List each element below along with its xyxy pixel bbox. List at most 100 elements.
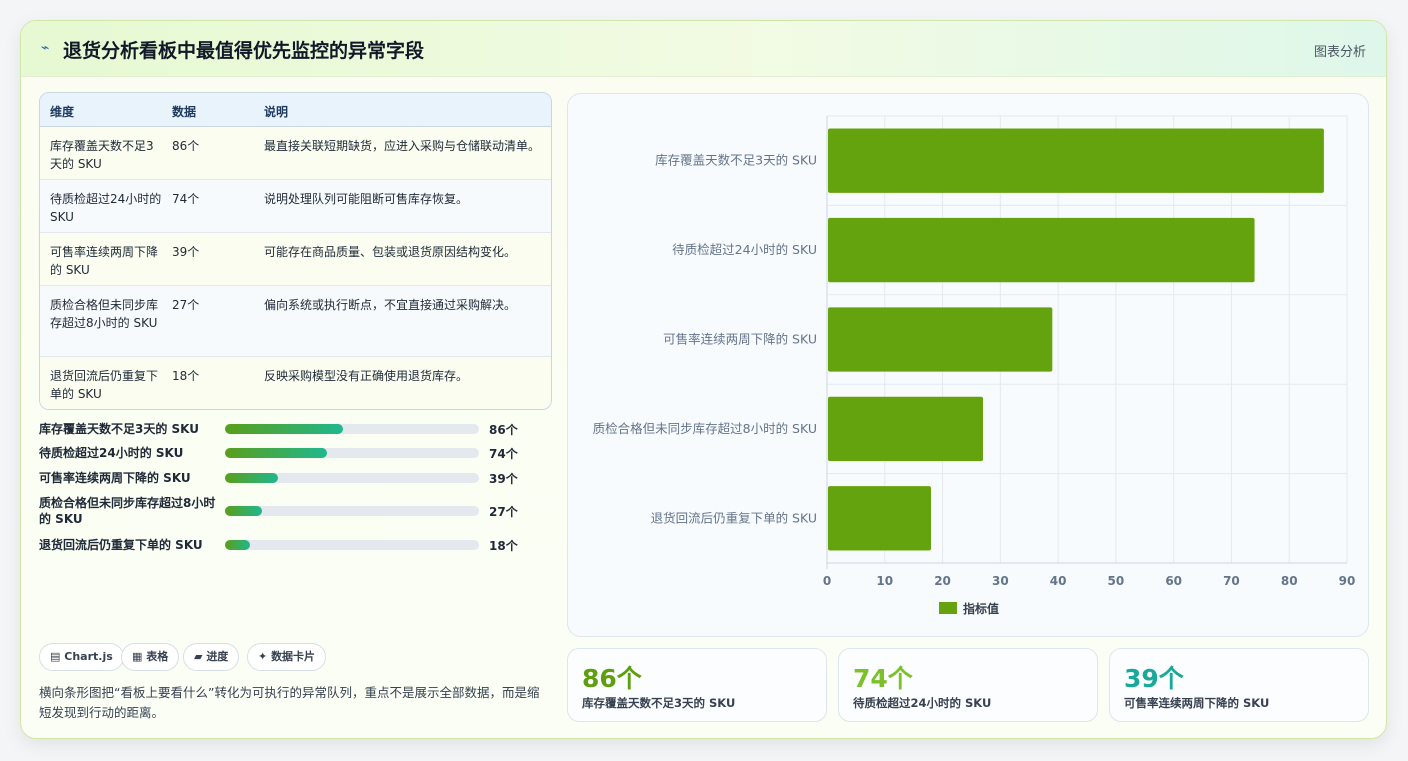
stat-card: 74个 待质检超过24小时的 SKU xyxy=(838,648,1098,722)
progress-value: 18个 xyxy=(489,539,518,553)
progress-fill xyxy=(225,506,263,516)
stat-card: 39个 可售率连续两周下降的 SKU xyxy=(1109,648,1369,722)
column-header-desc: 说明 xyxy=(264,105,289,119)
progress-track xyxy=(225,448,479,458)
table-row: 质检合格但未同步库存超过8小时的 SKU 27个 偏向系统或执行断点，不宜直接通… xyxy=(40,286,551,357)
x-tick-label: 50 xyxy=(1108,574,1125,588)
summary-note: 横向条形图把“看板上要看什么”转化为可执行的异常队列，重点不是展示全部数据，而是… xyxy=(39,685,540,720)
progress-fill xyxy=(225,448,327,458)
legend-label: 指标值 xyxy=(963,601,999,616)
card-header: ⌁ 退货分析看板中最值得优先监控的异常字段 图表分析 xyxy=(21,21,1386,77)
pill-progress[interactable]: ▰ 进度 xyxy=(183,643,240,671)
progress-icon: ▰ xyxy=(194,650,203,663)
progress-row: 退货回流后仍重复下单的 SKU 18个 xyxy=(39,537,539,553)
category-tick-label: 可售率连续两周下降的 SKU xyxy=(663,332,817,347)
table-icon: ▦ xyxy=(132,650,143,663)
progress-track xyxy=(225,540,479,550)
x-tick-label: 70 xyxy=(1223,574,1240,588)
pill-table[interactable]: ▦ 表格 xyxy=(121,643,180,671)
table-cell-desc: 偏向系统或执行断点，不宜直接通过采购解决。 xyxy=(264,298,517,312)
table-cell-desc: 最直接关联短期缺货，应进入采购与仓储联动清单。 xyxy=(264,139,541,153)
dashboard-card: ⌁ 退货分析看板中最值得优先监控的异常字段 图表分析 维度 数据 说明 库存覆盖… xyxy=(20,20,1387,739)
pill-label: 数据卡片 xyxy=(271,650,316,663)
progress-label: 质检合格但未同步库存超过8小时的 SKU xyxy=(39,496,216,526)
stat-value: 74个 xyxy=(853,664,913,693)
progress-value: 74个 xyxy=(489,447,518,461)
table-cell-dimension: 可售率连续两周下降的 SKU xyxy=(50,245,159,277)
sparkle-icon: ✦ xyxy=(258,650,268,663)
page-title: 退货分析看板中最值得优先监控的异常字段 xyxy=(63,40,425,62)
table-header: 维度 数据 说明 xyxy=(40,93,551,127)
x-tick-label: 0 xyxy=(823,574,831,588)
stat-value: 86个 xyxy=(582,664,642,693)
table-row: 待质检超过24小时的 SKU 74个 说明处理队列可能阻断可售库存恢复。 xyxy=(40,180,551,233)
data-table: 维度 数据 说明 库存覆盖天数不足3天的 SKU 86个 最直接关联短期缺货，应… xyxy=(39,92,552,410)
table-cell-desc: 说明处理队列可能阻断可售库存恢复。 xyxy=(264,192,469,206)
stat-value: 39个 xyxy=(1124,664,1184,693)
table-cell-value: 86个 xyxy=(172,139,200,153)
chart-panel: 库存覆盖天数不足3天的 SKU 待质检超过24小时的 SKU 可售率连续两周下降的 … xyxy=(567,93,1369,637)
x-tick-label: 10 xyxy=(876,574,893,588)
column-header-dimension: 维度 xyxy=(50,105,75,119)
category-tick-label: 待质检超过24小时的 SKU xyxy=(672,242,817,257)
table-cell-dimension: 待质检超过24小时的 SKU xyxy=(50,192,162,224)
column-header-data: 数据 xyxy=(172,105,197,119)
table-cell-value: 18个 xyxy=(172,369,200,383)
table-row: 库存覆盖天数不足3天的 SKU 86个 最直接关联短期缺货，应进入采购与仓储联动… xyxy=(40,127,551,180)
progress-track xyxy=(225,424,479,434)
category-tick-label: 退货回流后仍重复下单的 SKU xyxy=(651,510,817,525)
x-tick-label: 20 xyxy=(934,574,951,588)
legend-swatch xyxy=(939,602,957,614)
progress-row: 待质检超过24小时的 SKU 74个 xyxy=(39,445,539,461)
table-cell-desc: 反映采购模型没有正确使用退货库存。 xyxy=(264,369,469,383)
progress-label: 退货回流后仍重复下单的 SKU xyxy=(39,538,203,552)
progress-value: 86个 xyxy=(489,423,518,437)
stat-label: 可售率连续两周下降的 SKU xyxy=(1124,696,1270,710)
bar xyxy=(828,307,1053,372)
table-cell-dimension: 退货回流后仍重复下单的 SKU xyxy=(50,369,159,401)
progress-value: 27个 xyxy=(489,505,518,519)
bar xyxy=(828,486,931,551)
progress-row: 质检合格但未同步库存超过8小时的 SKU 27个 xyxy=(39,495,539,527)
chart-line-icon: ⌁ xyxy=(41,40,50,56)
bar xyxy=(828,217,1255,283)
progress-fill xyxy=(225,424,343,434)
table-cell-value: 74个 xyxy=(172,192,200,206)
progress-track xyxy=(225,473,479,483)
category-tick-label: 质检合格但未同步库存超过8小时的 SKU xyxy=(593,421,817,436)
stat-card: 86个 库存覆盖天数不足3天的 SKU xyxy=(567,648,827,722)
pill-chartjs[interactable]: ▤ Chart.js xyxy=(39,643,124,671)
pill-label: Chart.js xyxy=(64,650,113,663)
chart-icon: ▤ xyxy=(50,650,61,663)
x-tick-label: 60 xyxy=(1165,574,1182,588)
progress-label: 库存覆盖天数不足3天的 SKU xyxy=(39,422,200,436)
progress-value: 39个 xyxy=(489,472,518,486)
table-cell-value: 27个 xyxy=(172,298,200,312)
table-row: 可售率连续两周下降的 SKU 39个 可能存在商品质量、包装或退货原因结构变化。 xyxy=(40,233,551,286)
bar-chart: 库存覆盖天数不足3天的 SKU 待质检超过24小时的 SKU 可售率连续两周下降的 … xyxy=(593,115,1356,616)
table-cell-dimension: 库存覆盖天数不足3天的 SKU xyxy=(50,139,154,171)
table-cell-desc: 可能存在商品质量、包装或退货原因结构变化。 xyxy=(264,245,517,259)
x-tick-label: 80 xyxy=(1281,574,1298,588)
pill-data-card[interactable]: ✦ 数据卡片 xyxy=(247,643,327,671)
pill-label: 进度 xyxy=(206,650,229,663)
category-tick-label: 库存覆盖天数不足3天的 SKU xyxy=(655,153,817,168)
table-cell-value: 39个 xyxy=(172,245,200,259)
stat-label: 库存覆盖天数不足3天的 SKU xyxy=(582,696,736,710)
pill-label: 表格 xyxy=(146,650,169,663)
x-tick-label: 30 xyxy=(992,574,1009,588)
progress-track xyxy=(225,506,479,516)
bar xyxy=(828,396,983,462)
progress-label: 待质检超过24小时的 SKU xyxy=(39,446,184,460)
progress-fill xyxy=(225,540,250,550)
progress-fill xyxy=(225,473,279,483)
x-tick-label: 40 xyxy=(1050,574,1067,588)
progress-row: 库存覆盖天数不足3天的 SKU 86个 xyxy=(39,421,539,437)
x-tick-label: 90 xyxy=(1339,574,1356,588)
progress-label: 可售率连续两周下降的 SKU xyxy=(39,471,191,485)
chart-analysis-tag: 图表分析 xyxy=(1313,45,1366,60)
progress-row: 可售率连续两周下降的 SKU 39个 xyxy=(39,470,539,486)
bar xyxy=(828,128,1324,193)
stat-label: 待质检超过24小时的 SKU xyxy=(853,696,992,710)
table-cell-dimension: 质检合格但未同步库存超过8小时的 SKU xyxy=(50,298,159,330)
